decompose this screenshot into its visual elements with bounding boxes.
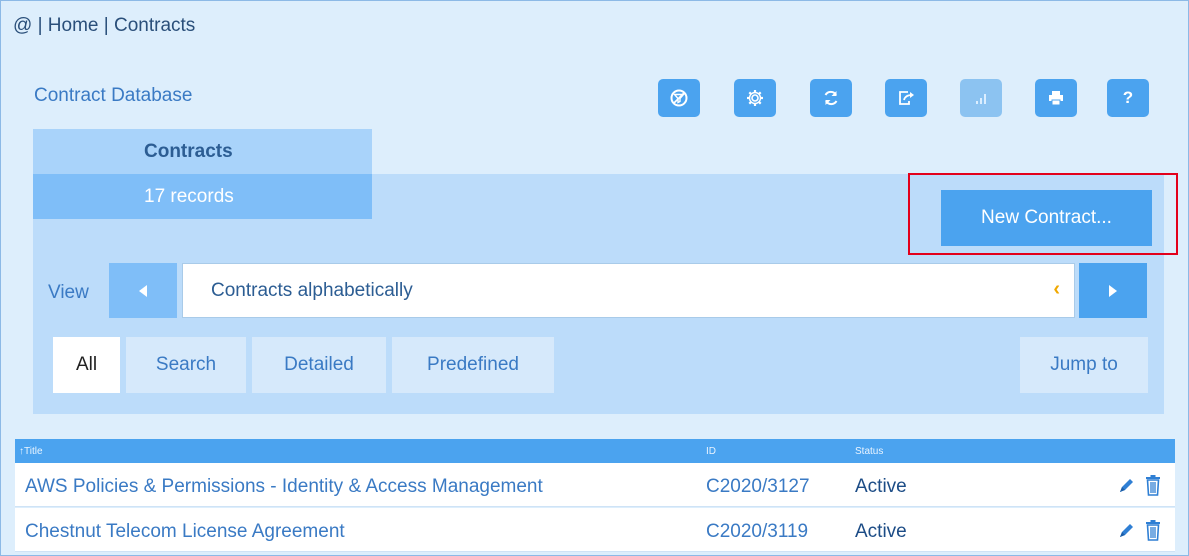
breadcrumb-separator: | <box>32 15 48 36</box>
trash-icon[interactable] <box>1143 519 1163 541</box>
next-view-button[interactable] <box>1079 263 1147 318</box>
records-count: 17 records <box>33 174 372 219</box>
pencil-icon[interactable] <box>1117 475 1137 495</box>
settings-icon <box>747 90 763 106</box>
filter-off-icon <box>670 89 688 107</box>
view-select[interactable]: Contracts alphabetically ‹ <box>182 263 1075 318</box>
row-status: Active <box>855 476 907 497</box>
panel-header: Contracts 17 records <box>33 129 372 219</box>
tab-search[interactable]: Search <box>126 337 246 393</box>
help-icon: ? <box>1122 88 1134 107</box>
row-title-link[interactable]: Chestnut Telecom License Agreement <box>25 521 345 543</box>
breadcrumb: @ | Home | Contracts <box>13 15 195 37</box>
tab-detailed[interactable]: Detailed <box>252 337 386 393</box>
column-header-status[interactable]: Status <box>855 446 883 457</box>
tab-predefined[interactable]: Predefined <box>392 337 554 393</box>
table-row[interactable]: Chestnut Telecom License Agreement C2020… <box>15 508 1175 552</box>
chart-button[interactable] <box>960 79 1002 117</box>
panel-title: Contracts <box>33 129 372 174</box>
previous-view-button[interactable] <box>109 263 177 318</box>
breadcrumb-root-link[interactable]: @ <box>13 15 32 36</box>
highlight-box <box>908 173 1178 255</box>
row-status: Active <box>855 521 907 542</box>
row-title-link[interactable]: AWS Policies & Permissions - Identity & … <box>25 476 543 498</box>
table-header: ↑Title ID Status <box>15 439 1175 463</box>
chart-icon <box>976 94 986 104</box>
row-id: C2020/3119 <box>706 521 809 542</box>
trash-icon[interactable] <box>1143 474 1163 496</box>
tab-all[interactable]: All <box>53 337 120 393</box>
breadcrumb-home-link[interactable]: Home <box>48 15 99 36</box>
settings-button[interactable] <box>734 79 776 117</box>
column-header-title[interactable]: ↑Title <box>19 446 43 457</box>
breadcrumb-current: Contracts <box>113 15 196 36</box>
help-button[interactable]: ? <box>1107 79 1149 117</box>
view-label: View <box>48 282 89 303</box>
column-header-id[interactable]: ID <box>706 446 716 457</box>
print-button[interactable] <box>1035 79 1077 117</box>
refresh-icon <box>824 90 838 106</box>
row-id: C2020/3127 <box>706 476 810 497</box>
triangle-left-icon <box>139 284 147 297</box>
print-icon <box>1049 91 1063 106</box>
table-row[interactable]: AWS Policies & Permissions - Identity & … <box>15 463 1175 507</box>
view-select-value: Contracts alphabetically <box>211 279 413 301</box>
refresh-button[interactable] <box>810 79 852 117</box>
breadcrumb-separator: | <box>98 15 114 36</box>
export-button[interactable] <box>885 79 927 117</box>
triangle-right-icon <box>1109 284 1117 297</box>
export-icon <box>899 91 914 105</box>
page-title: Contract Database <box>34 85 193 106</box>
jump-to-button[interactable]: Jump to <box>1020 337 1148 393</box>
pencil-icon[interactable] <box>1117 520 1137 540</box>
filter-off-button[interactable] <box>658 79 700 117</box>
chevron-left-icon: ‹ <box>1053 278 1060 300</box>
